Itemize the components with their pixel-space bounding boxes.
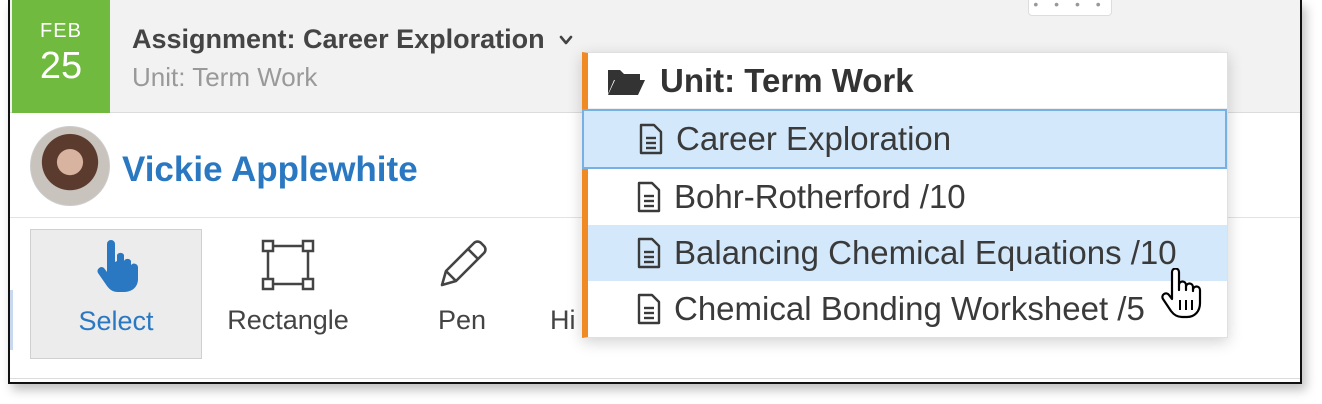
rectangle-tool-button[interactable]: Rectangle	[210, 229, 366, 359]
rectangle-icon	[261, 239, 315, 291]
document-icon	[637, 293, 661, 325]
pointer-hand-icon	[97, 240, 138, 292]
pen-icon	[440, 240, 487, 287]
select-tool-label: Select	[78, 306, 154, 336]
date-day: 25	[39, 45, 83, 87]
hand-cursor-icon	[1161, 268, 1202, 319]
assignment-dropdown-toggle[interactable]: Assignment: Career Exploration	[132, 24, 573, 55]
select-tool-button[interactable]: Select	[30, 229, 202, 359]
avatar	[30, 126, 110, 206]
dropdown-item-label: Career Exploration	[676, 120, 952, 157]
dropdown-item-balancing-chemical-equations[interactable]: Balancing Chemical Equations /10	[588, 225, 1227, 281]
dropdown-item-bohr-rotherford[interactable]: Bohr-Rotherford /10	[588, 169, 1227, 225]
folder-open-icon	[608, 69, 645, 95]
document-icon	[637, 237, 661, 269]
chevron-down-icon	[559, 35, 572, 44]
app-window: FEB 25 Assignment: Career Exploration Un…	[8, 0, 1302, 384]
dropdown-item-label: Balancing Chemical Equations /10	[674, 234, 1177, 271]
dropdown-item-career-exploration[interactable]: Career Exploration	[582, 109, 1227, 169]
date-badge: FEB 25	[12, 0, 110, 113]
document-icon	[637, 181, 661, 213]
dropdown-unit-header: Unit: Term Work	[588, 53, 1227, 109]
left-edge-indicator	[10, 290, 13, 350]
dropdown-item-label: Chemical Bonding Worksheet /5	[674, 290, 1145, 327]
assignment-title: Assignment: Career Exploration	[132, 24, 545, 54]
dropdown-item-chemical-bonding-worksheet[interactable]: Chemical Bonding Worksheet /5	[588, 281, 1227, 337]
assignment-dropdown-menu: Unit: Term Work Career Exploration Bohr-…	[582, 52, 1228, 338]
unit-subtitle: Unit: Term Work	[132, 62, 318, 92]
pen-tool-button[interactable]: Pen	[402, 229, 522, 359]
document-icon	[639, 123, 663, 155]
pen-tool-label: Pen	[437, 305, 487, 335]
student-name-link[interactable]: Vickie Applewhite	[122, 150, 418, 190]
drag-handle[interactable]: • • • •	[1028, 0, 1112, 16]
rectangle-tool-label: Rectangle	[227, 305, 349, 335]
dropdown-header-label: Unit: Term Work	[660, 61, 914, 99]
date-month: FEB	[40, 20, 82, 42]
dropdown-item-label: Bohr-Rotherford /10	[674, 178, 966, 215]
